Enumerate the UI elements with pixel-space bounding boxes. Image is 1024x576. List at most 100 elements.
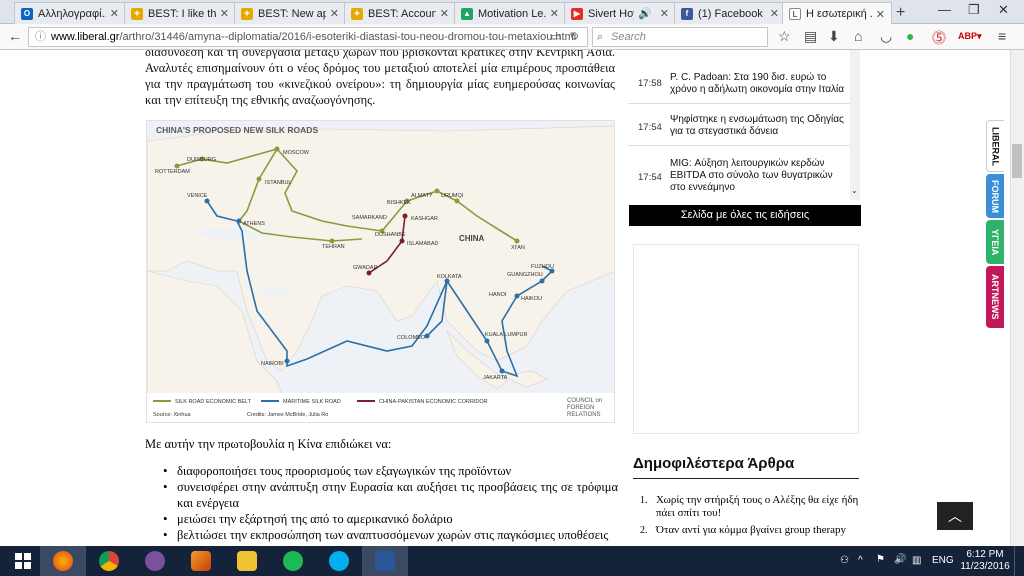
tab-youtube[interactable]: ▶ Sivert Hoy... 🔊 ✕ xyxy=(564,2,676,24)
close-icon[interactable]: ✕ xyxy=(876,8,885,21)
list-item: βελτιώσει την εκπροσώπηση των αναπτυσσόμ… xyxy=(163,527,618,543)
taskbar-matlab[interactable] xyxy=(178,546,224,576)
city-dot xyxy=(256,176,262,182)
tab-outlook[interactable]: O Αλληλογραφί... ✕ xyxy=(14,2,126,24)
city-label: VENICE xyxy=(187,193,208,199)
reload-icon[interactable]: ↻ xyxy=(570,28,579,46)
reader-view-icon[interactable]: ▭ xyxy=(551,28,561,46)
close-icon[interactable]: ✕ xyxy=(220,7,229,20)
taskbar-chrome[interactable] xyxy=(86,546,132,576)
news-scrollbar[interactable]: ⌄ xyxy=(850,50,860,200)
tray-language[interactable]: ENG xyxy=(932,555,954,566)
back-to-top-button[interactable]: ︿ xyxy=(937,502,973,530)
maximize-button[interactable]: ❐ xyxy=(968,2,980,18)
close-icon[interactable]: ✕ xyxy=(110,7,119,20)
close-icon[interactable]: ✕ xyxy=(550,7,559,20)
taskbar-skype[interactable] xyxy=(316,546,362,576)
close-icon[interactable]: ✕ xyxy=(770,7,779,20)
extension-icon[interactable]: ● xyxy=(906,28,914,44)
side-tab-health[interactable]: ΥΓΕΙΑ xyxy=(986,220,1004,264)
tab-motivation[interactable]: ▲ Motivation Le... ✕ xyxy=(454,2,566,24)
city-dot xyxy=(236,218,242,224)
side-tab-artnews[interactable]: ARTNEWS xyxy=(986,266,1004,328)
paragraph-text: Αναλυτές επισημαίνουν ότι ο νέος δρόμος … xyxy=(145,61,615,107)
info-icon[interactable]: ⓘ xyxy=(35,28,46,46)
chevron-up-icon[interactable]: ^ xyxy=(858,555,863,566)
city-label: DUSHANBE xyxy=(375,232,406,238)
item-number: 1. xyxy=(640,495,648,506)
city-label: GWADAR xyxy=(353,265,378,271)
close-icon[interactable]: ✕ xyxy=(660,7,669,20)
taskbar-spotify[interactable] xyxy=(270,546,316,576)
news-item[interactable]: 17:58 P. C. Padoan: Στα 190 δισ. ευρώ το… xyxy=(628,64,850,104)
skype-icon xyxy=(329,551,349,571)
search-input[interactable]: ⌕ Search xyxy=(592,27,768,47)
city-dot xyxy=(514,293,520,299)
tab-liberal-active[interactable]: L Η εσωτερική ... ✕ xyxy=(782,2,892,25)
news-headline[interactable]: P. C. Padoan: Στα 190 δισ. ευρώ το χρόνο… xyxy=(670,72,850,96)
library-icon[interactable]: ▤ xyxy=(804,28,817,45)
popular-article-link[interactable]: Όταν αντί για κόμμα βγαίνει group therap… xyxy=(656,524,846,536)
city-label: KOLKATA xyxy=(437,274,462,280)
side-tab-liberal[interactable]: LIBERAL xyxy=(986,120,1004,172)
flag-icon[interactable]: ⚑ xyxy=(876,554,885,565)
tab-best-3[interactable]: ✦ BEST: Accoun... ✕ xyxy=(344,2,456,24)
windows-logo-icon xyxy=(15,553,31,569)
back-icon[interactable]: ← xyxy=(8,28,22,44)
tab-label: BEST: New ap... xyxy=(258,7,326,20)
menu-icon[interactable]: ≡ xyxy=(998,28,1006,44)
article-body: διασύνδεση και τη συνεργασία μεταξύ χωρώ… xyxy=(145,50,615,108)
minimize-button[interactable]: — xyxy=(938,2,951,17)
tab-best-2[interactable]: ✦ BEST: New ap... ✕ xyxy=(234,2,346,24)
taskbar-firefox[interactable] xyxy=(40,546,86,576)
adblock-icon[interactable]: ABP▾ xyxy=(958,31,982,42)
download-icon[interactable]: ⬇ xyxy=(828,28,840,45)
show-desktop-button[interactable] xyxy=(1014,546,1024,576)
popular-article-link[interactable]: Χωρίς την στήριξή τους ο Αλέξης θα είχε … xyxy=(656,494,858,519)
volume-icon[interactable]: 🔊 xyxy=(894,554,906,565)
taskbar-file-explorer[interactable] xyxy=(224,546,270,576)
url-path: /arthro/31446/amyna--diplomatia/2016/i-e… xyxy=(119,31,577,43)
taskbar-word[interactable] xyxy=(362,546,408,576)
pinterest-icon[interactable]: ⓹ xyxy=(932,28,946,48)
list-item: συνεισφέρει στην ανάπτυξη στην Ευρασία κ… xyxy=(163,479,618,511)
map-credits: Credits: James McBride, Julia Ro xyxy=(247,412,328,418)
city-label: JAKARTA xyxy=(483,375,508,381)
list-item[interactable]: 2. Όταν αντί για κόμμα βγαίνει group the… xyxy=(640,524,860,537)
home-icon[interactable]: ⌂ xyxy=(854,28,862,44)
side-tab-forum[interactable]: FORUM xyxy=(986,174,1004,218)
news-time: 17:54 xyxy=(638,122,662,133)
network-icon[interactable]: ▥ xyxy=(912,555,921,566)
tab-label: Sivert Hoy... xyxy=(588,7,634,20)
news-headline[interactable]: Ψηφίστηκε η ενσωμάτωση της Οδηγίας για τ… xyxy=(670,114,850,138)
speaker-icon[interactable]: 🔊 xyxy=(638,7,652,20)
new-tab-button[interactable]: + xyxy=(896,4,905,22)
close-icon[interactable]: ✕ xyxy=(440,7,449,20)
article-paragraph: διασύνδεση και τη συνεργασία μεταξύ χωρώ… xyxy=(145,50,615,108)
people-icon[interactable]: ⚇ xyxy=(840,555,849,566)
spotify-icon xyxy=(283,551,303,571)
city-dot xyxy=(499,368,505,374)
close-window-button[interactable]: ✕ xyxy=(998,2,1009,18)
news-item[interactable]: 17:54 MIG: Αύξηση λειτουργικών κερδών EB… xyxy=(628,146,850,196)
all-news-button[interactable]: Σελίδα με όλες τις ειδήσεις xyxy=(629,205,861,226)
search-icon: ⌕ xyxy=(597,31,604,43)
city-label: NAIROBI xyxy=(261,361,284,367)
pocket-icon[interactable]: ◡ xyxy=(880,28,892,45)
close-icon[interactable]: ✕ xyxy=(330,7,339,20)
page-scrollbar[interactable] xyxy=(1010,50,1024,546)
chevron-down-icon[interactable]: ⌄ xyxy=(851,186,858,195)
tab-best-1[interactable]: ✦ BEST: I like th... ✕ xyxy=(124,2,236,24)
article-intro-line: Με αυτήν την πρωτοβουλία η Κίνα επιδιώκε… xyxy=(145,437,392,451)
scrollbar-thumb[interactable] xyxy=(1012,144,1022,178)
bookmark-star-icon[interactable]: ☆ xyxy=(778,28,791,45)
news-headline[interactable]: MIG: Αύξηση λειτουργικών κερδών EBITDA σ… xyxy=(670,158,850,194)
taskbar-viber[interactable] xyxy=(132,546,178,576)
list-item[interactable]: 1. Χωρίς την στήριξή τους ο Αλέξης θα εί… xyxy=(640,494,860,520)
news-item[interactable]: 17:54 Ψηφίστηκε η ενσωμάτωση της Οδηγίας… xyxy=(628,104,850,146)
country-label: CHINA xyxy=(459,234,485,243)
tab-facebook[interactable]: f (1) Facebook ✕ xyxy=(674,2,786,24)
url-bar[interactable]: ⓘ www.liberal.gr/arthro/31446/amyna--dip… xyxy=(28,27,588,47)
cfr-logo: FOREIGN xyxy=(567,405,594,411)
taskbar-clock[interactable]: 6:12 PM 11/23/2016 xyxy=(960,549,1010,573)
